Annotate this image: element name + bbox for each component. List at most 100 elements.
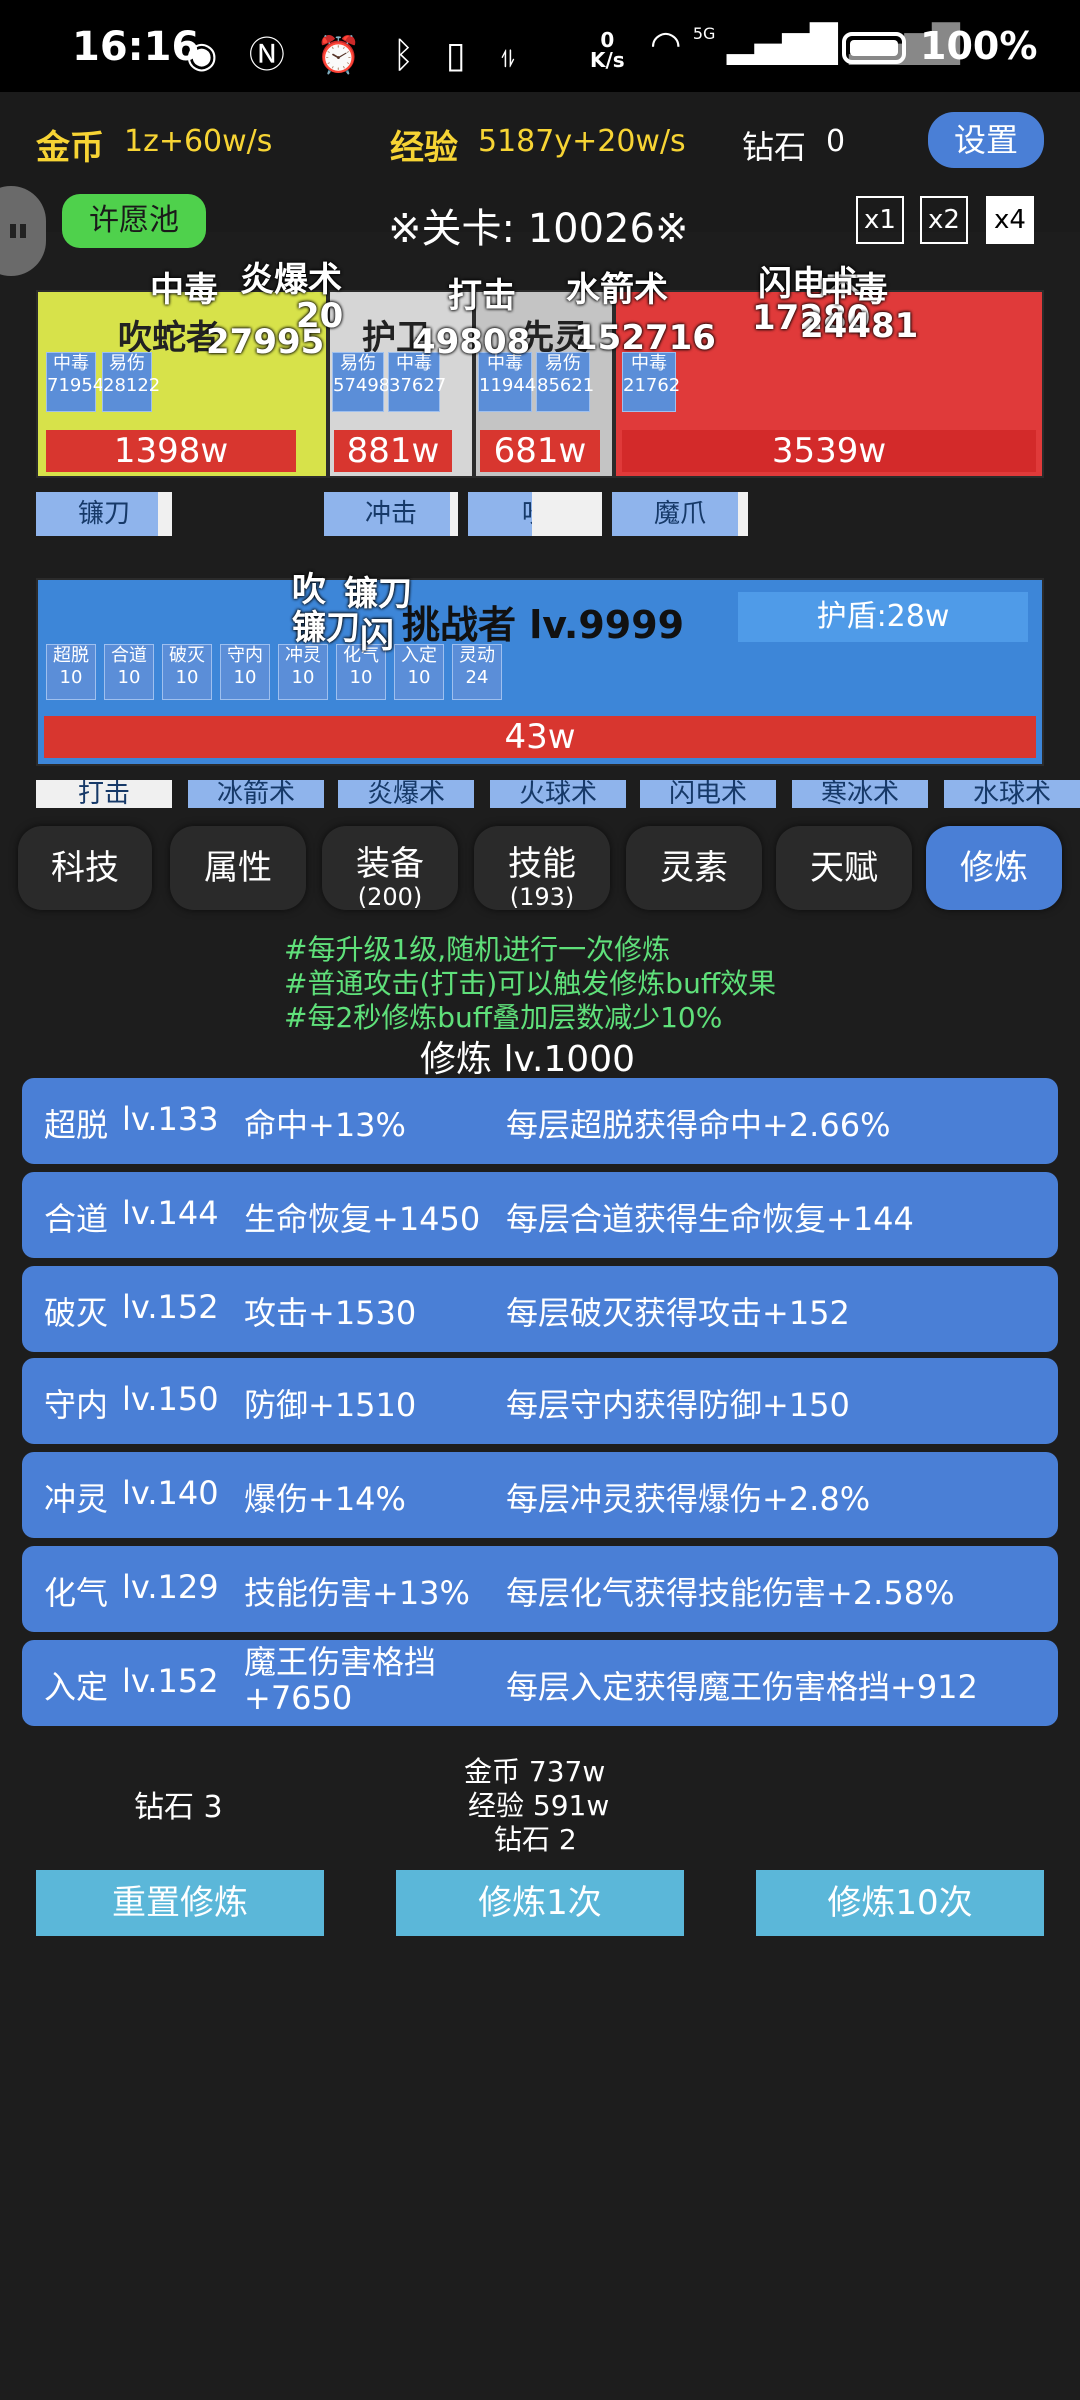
exp-value: 5187y+20w/s <box>478 124 686 159</box>
tab-cultivation[interactable]: 修炼 <box>926 826 1062 910</box>
vibrate-icon: ▯ <box>445 35 476 76</box>
tab-label: 灵素 <box>660 848 728 888</box>
row-name: 超脱 <box>44 1106 109 1144</box>
enemy-hp-bar: 881w <box>334 430 452 472</box>
player-skill-button[interactable]: 冰箭术 <box>188 780 324 808</box>
row-name: 化气 <box>44 1574 109 1612</box>
status-bar: 16:16 ◉ Ⓝ ⏰ ᛒ ▯ ⥮ 0 K/s ◠ 5G ▂▄▆█ ▂▄▆█ 1… <box>0 0 1080 92</box>
cultivation-row[interactable]: 冲灵 lv.140 爆伤+14% 每层冲灵获得爆伤+2.8% <box>22 1452 1058 1538</box>
tab-equipment[interactable]: 装备 (200) <box>322 826 458 911</box>
reset-cost: 钻石 3 <box>134 1790 223 1825</box>
row-effect: 生命恢复+1450 <box>244 1200 481 1238</box>
debuff-tag: 中毒 71954 <box>46 352 104 412</box>
row-level: lv.129 <box>122 1568 219 1606</box>
skill-label: 魔爪 <box>653 499 706 529</box>
debuff-name: 中毒 <box>53 353 89 374</box>
diamond-label: 钻石 <box>742 128 807 166</box>
row-name: 守内 <box>44 1386 109 1424</box>
tab-sublabel: (193) <box>509 883 575 911</box>
settings-button[interactable]: 设置 <box>928 112 1044 168</box>
row-name: 入定 <box>44 1668 109 1706</box>
debuff-value: 21762 <box>623 375 681 396</box>
player-skill-button[interactable]: 打击 <box>36 780 172 808</box>
enemy-hp-bar: 3539w <box>622 430 1036 472</box>
tab-spirit[interactable]: 灵素 <box>626 826 762 910</box>
battery-percent: 100% <box>920 24 1038 68</box>
tab-label: 属性 <box>204 848 272 888</box>
floating-combat-text: 49808 <box>412 322 531 362</box>
nfc-icon: Ⓝ <box>248 35 295 76</box>
speed-x1-button[interactable]: x1 <box>856 196 904 244</box>
cultivation-row[interactable]: 守内 lv.150 防御+1510 每层守内获得防御+150 <box>22 1358 1058 1444</box>
cultivation-row[interactable]: 超脱 lv.133 命中+13% 每层超脱获得命中+2.66% <box>22 1078 1058 1164</box>
row-per-layer: 每层冲灵获得爆伤+2.8% <box>506 1480 871 1518</box>
alarm-icon: ⏰ <box>316 35 372 76</box>
row-effect: 技能伤害+13% <box>244 1574 470 1612</box>
cultivation-row[interactable]: 化气 lv.129 技能伤害+13% 每层化气获得技能伤害+2.58% <box>22 1546 1058 1632</box>
reset-cultivation-button[interactable]: 重置修炼 <box>36 1870 324 1936</box>
player-skill-button[interactable]: 炎爆术 <box>338 780 474 808</box>
row-per-layer: 每层化气获得技能伤害+2.58% <box>506 1574 955 1612</box>
tab-label: 修炼 <box>960 848 1028 888</box>
cooldown-overlay <box>738 492 748 536</box>
cultivation-row[interactable]: 入定 lv.152 魔王伤害格挡 +7650 每层入定获得魔王伤害格挡+912 <box>22 1640 1058 1726</box>
enemy-hp-bar: 681w <box>480 430 600 472</box>
buff-name: 入定 <box>401 645 437 666</box>
buff-tag: 冲灵 10 <box>278 644 328 700</box>
cooldown-overlay <box>450 492 458 536</box>
wish-pool-button[interactable]: 许愿池 <box>62 194 206 248</box>
row-name: 合道 <box>44 1200 109 1238</box>
floating-combat-text: 镰刀 <box>292 608 360 648</box>
buff-name: 超脱 <box>53 645 89 666</box>
handle-eye-left-icon <box>10 224 16 238</box>
tab-talent[interactable]: 天赋 <box>776 826 912 910</box>
enemy-skill-button[interactable]: 吹 <box>468 492 602 536</box>
skill-label: 镰刀 <box>77 499 130 529</box>
exp-label: 经验 <box>390 128 458 168</box>
player-skill-button[interactable]: 火球术 <box>490 780 626 808</box>
buff-name: 破灭 <box>169 645 205 666</box>
cultivate-ten-button[interactable]: 修炼10次 <box>756 1870 1044 1936</box>
row-effect: 攻击+1530 <box>244 1294 417 1332</box>
buff-tag: 合道 10 <box>104 644 154 700</box>
row-effect: 防御+1510 <box>244 1386 417 1424</box>
player-skill-button[interactable]: 闪电术 <box>640 780 776 808</box>
wifi-icon: ◠ <box>650 24 682 65</box>
speed-x4-button[interactable]: x4 <box>986 196 1034 244</box>
cultivate-once-button[interactable]: 修炼1次 <box>396 1870 684 1936</box>
floating-combat-text: 中毒 <box>150 270 218 310</box>
player-skill-button[interactable]: 寒冰术 <box>792 780 928 808</box>
row-level: lv.152 <box>122 1288 219 1326</box>
enemy-skill-button[interactable]: 魔爪 <box>612 492 748 536</box>
enemy-skill-button[interactable]: 镰刀 <box>36 492 172 536</box>
tab-skills[interactable]: 技能 (193) <box>474 826 610 911</box>
player-skill-button[interactable]: 水球术 <box>944 780 1080 808</box>
gold-label: 金币 <box>36 128 104 168</box>
row-name: 冲灵 <box>44 1480 109 1518</box>
enemy-skill-button[interactable]: 冲击 <box>324 492 458 536</box>
gold-value: 1z+60w/s <box>124 124 273 159</box>
cooldown-overlay <box>532 492 602 536</box>
enemy-card-2[interactable]: 护卫 易伤 57498 中毒 37627 881w <box>328 290 474 478</box>
buff-name: 灵动 <box>459 645 495 666</box>
floating-assistant-handle[interactable] <box>0 186 46 276</box>
tab-attributes[interactable]: 属性 <box>170 826 306 910</box>
debuff-tag: 易伤 28122 <box>102 352 160 412</box>
debuff-value: 57498 <box>333 375 391 396</box>
row-per-layer: 每层守内获得防御+150 <box>506 1386 850 1424</box>
net-speed-value: 0 <box>600 28 615 52</box>
cultivation-row[interactable]: 破灭 lv.152 攻击+1530 每层破灭获得攻击+152 <box>22 1266 1058 1352</box>
battery-icon <box>842 32 906 64</box>
debuff-tag: 易伤 57498 <box>332 352 391 412</box>
buff-value: 10 <box>175 667 199 688</box>
floating-combat-text: 炎爆术 <box>240 260 342 300</box>
row-level: lv.152 <box>122 1662 219 1700</box>
cultivation-title: 修炼 lv.1000 <box>420 1039 636 1080</box>
enemy-card-1[interactable]: 吹蛇者 中毒 71954 易伤 28122 1398w <box>36 290 328 478</box>
cultivation-row[interactable]: 合道 lv.144 生命恢复+1450 每层合道获得生命恢复+144 <box>22 1172 1058 1258</box>
speed-x2-button[interactable]: x2 <box>920 196 968 244</box>
signal-icons: ◠ 5G ▂▄▆█ ▂▄▆█ <box>650 24 960 65</box>
buff-value: 10 <box>117 667 141 688</box>
tab-tech[interactable]: 科技 <box>18 826 152 910</box>
network-type: 5G <box>692 24 716 43</box>
